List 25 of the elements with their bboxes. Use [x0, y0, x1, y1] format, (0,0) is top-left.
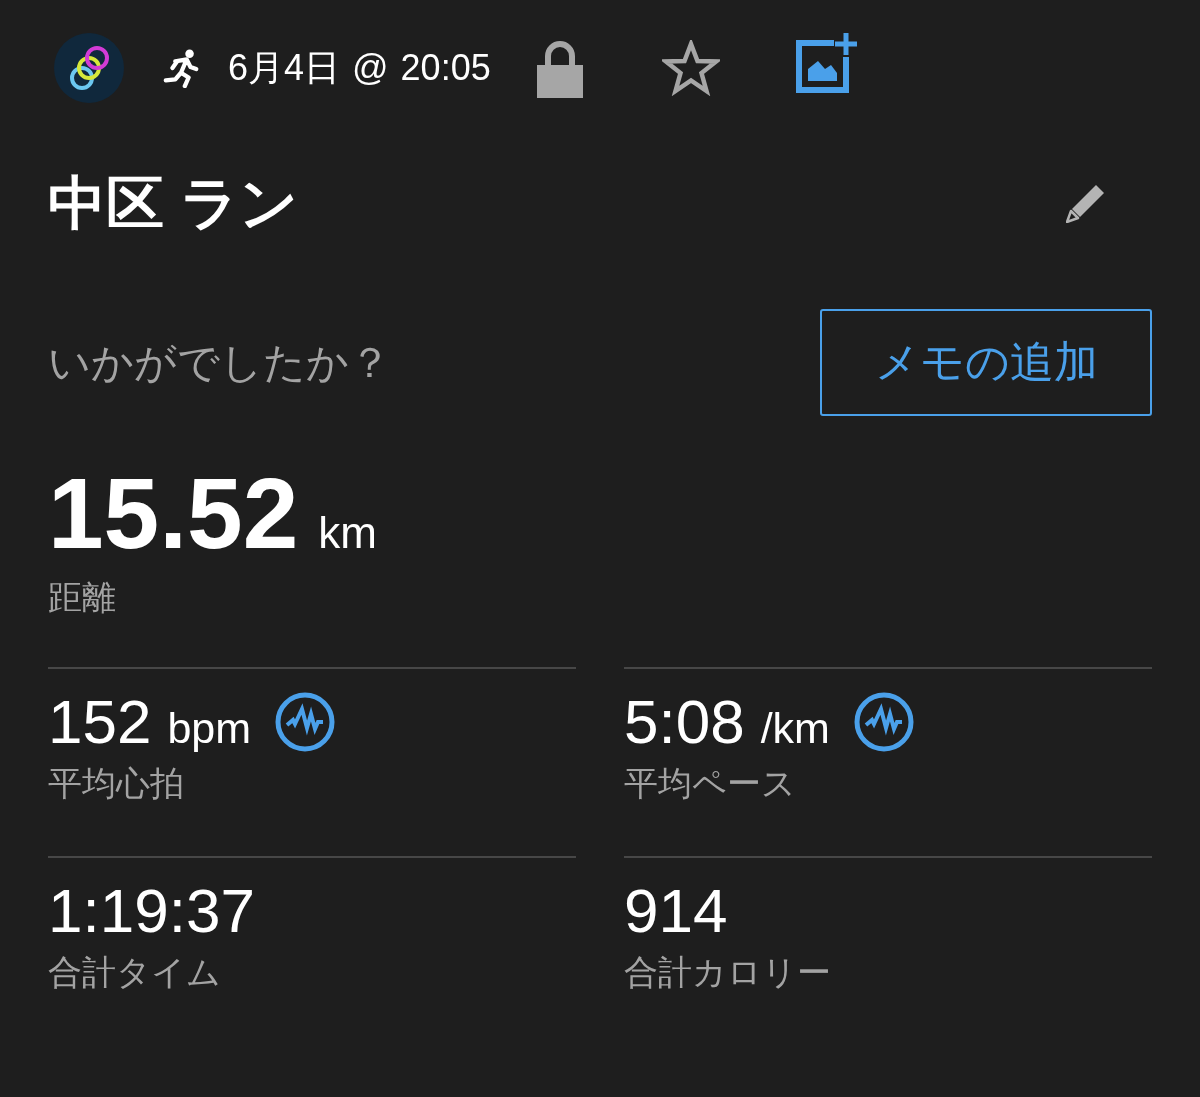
lock-icon[interactable] — [536, 38, 583, 98]
stat-value: 1:19:37 — [48, 878, 255, 944]
feedback-prompt: いかがでしたか？ — [48, 337, 391, 388]
stat-unit: bpm — [167, 703, 252, 753]
stat-label: 合計タイム — [48, 952, 222, 993]
stat-label: 合計カロリー — [624, 952, 832, 993]
running-person-icon — [162, 48, 200, 88]
stat-unit: /km — [760, 703, 830, 753]
stat-label: 平均ペース — [624, 763, 797, 804]
distance-value: 15.52 — [48, 463, 299, 563]
distance-label: 距離 — [48, 577, 117, 618]
stat-value: 5:08 — [624, 689, 745, 755]
activity-chart-icon[interactable] — [275, 692, 336, 752]
stat-label: 平均心拍 — [48, 763, 185, 804]
activity-title: 中区 ラン — [48, 169, 299, 237]
stat-value: 152 — [48, 689, 152, 755]
add-memo-button[interactable]: メモの追加 — [820, 309, 1152, 416]
add-photo-icon[interactable] — [795, 33, 857, 93]
activity-date: 6月4日 @ 20:05 — [228, 45, 491, 90]
edit-icon[interactable] — [1066, 183, 1106, 223]
app-logo-icon[interactable] — [54, 33, 124, 103]
stat-value: 914 — [624, 878, 728, 944]
distance-unit: km — [318, 508, 377, 558]
star-icon[interactable] — [661, 40, 720, 96]
activity-chart-icon[interactable] — [853, 692, 914, 752]
